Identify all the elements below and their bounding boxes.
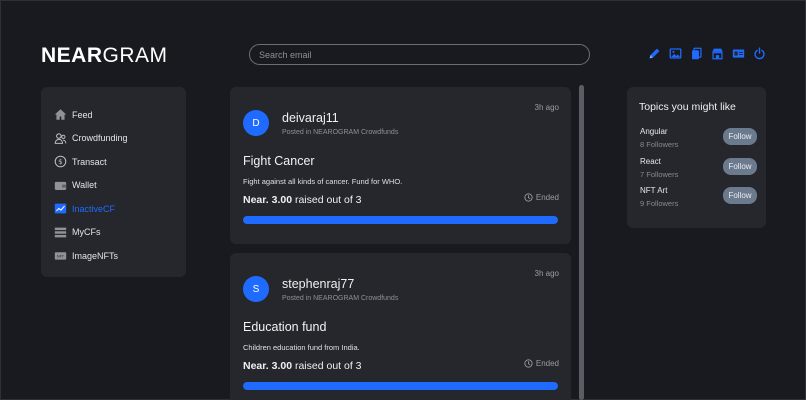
raised-amount: Near. 3.00 raised out of 3 <box>243 360 362 372</box>
post-source: Posted in NEAROGRAM Crowdfunds <box>282 295 399 302</box>
svg-text:$: $ <box>58 157 63 166</box>
topic-name: React <box>640 156 661 166</box>
clock-icon <box>524 193 533 202</box>
topic-followers: 9 Followers <box>640 199 679 208</box>
post-username[interactable]: stephenraj77 <box>282 277 354 291</box>
dollar-icon: $ <box>53 155 67 169</box>
sidebar: Feed Crowdfunding $ Transact Wallet Inac… <box>41 87 186 277</box>
funding-progress-fill <box>243 382 558 390</box>
avatar[interactable]: D <box>243 110 269 136</box>
topic-item: Angular 8 Followers Follow <box>639 127 757 157</box>
sidebar-item-label: Feed <box>72 109 93 120</box>
topics-panel: Topics you might like Angular 8 Follower… <box>627 87 766 228</box>
list-icon <box>53 225 67 239</box>
avatar[interactable]: S <box>243 276 269 302</box>
power-icon[interactable] <box>753 47 766 60</box>
status-badge: Ended <box>524 193 559 202</box>
home-icon <box>53 108 67 122</box>
post-description: Children education fund from India. <box>243 343 360 352</box>
sidebar-item-inactivecf[interactable]: InactiveCF <box>53 197 174 221</box>
post-time: 3h ago <box>534 103 559 112</box>
topic-name: NFT Art <box>640 186 668 195</box>
post-description: Fight against all kinds of cancer. Fund … <box>243 177 403 186</box>
store-icon[interactable] <box>711 47 724 60</box>
pencil-icon[interactable] <box>648 47 661 60</box>
topic-name: Angular <box>640 127 668 136</box>
raised-amount: Near. 3.00 raised out of 3 <box>243 194 362 206</box>
svg-text:NFT: NFT <box>56 255 64 259</box>
follow-button[interactable]: Follow <box>723 187 757 204</box>
raised-goal: raised out of 3 <box>292 194 362 206</box>
sidebar-item-mycfs[interactable]: MyCFs <box>53 221 174 245</box>
topic-followers: 7 Followers <box>640 169 679 179</box>
id-card-icon[interactable] <box>732 47 745 60</box>
follow-button[interactable]: Follow <box>723 157 757 175</box>
status-text: Ended <box>535 193 559 202</box>
feed-scrollbar[interactable] <box>579 85 584 400</box>
post-source: Posted in NEAROGRAM Crowdfunds <box>282 129 399 136</box>
status-badge: Ended <box>524 359 559 368</box>
topics-heading: Topics you might like <box>639 101 736 113</box>
funding-progress-bar <box>243 382 558 390</box>
nft-icon: NFT <box>53 249 67 263</box>
topic-followers: 8 Followers <box>640 140 679 149</box>
sidebar-item-feed[interactable]: Feed <box>53 103 174 127</box>
raised-goal: raised out of 3 <box>292 360 362 372</box>
sidebar-item-imagenfts[interactable]: NFT ImageNFTs <box>53 244 174 268</box>
logo-light: GRAM <box>102 44 168 67</box>
post-title: Education fund <box>243 320 327 334</box>
copy-icon[interactable] <box>690 47 703 60</box>
image-icon[interactable] <box>669 47 682 60</box>
raised-value: Near. 3.00 <box>243 194 293 206</box>
sidebar-item-wallet[interactable]: Wallet <box>53 174 174 198</box>
topic-item: React 7 Followers Follow <box>639 156 757 187</box>
logo-bold: NEAR <box>41 44 103 67</box>
sidebar-item-label: Transact <box>72 156 107 167</box>
follow-button[interactable]: Follow <box>723 128 757 145</box>
sidebar-item-label: Crowdfunding <box>72 133 128 144</box>
sidebar-item-label: Wallet <box>72 180 97 191</box>
post-title: Fight Cancer <box>243 154 315 168</box>
raised-value: Near. 3.00 <box>243 360 293 372</box>
app-logo[interactable]: NEARGRAM <box>41 44 168 68</box>
post-username[interactable]: deivaraj11 <box>282 111 339 125</box>
post-card: D deivaraj11 Posted in NEAROGRAM Crowdfu… <box>230 87 571 244</box>
topic-item: NFT Art 9 Followers Follow <box>639 186 757 216</box>
clock-icon <box>524 359 533 368</box>
sidebar-item-transact[interactable]: $ Transact <box>53 150 174 174</box>
search-input[interactable] <box>249 44 590 65</box>
header-toolbar <box>648 47 766 60</box>
post-time: 3h ago <box>534 269 559 278</box>
people-icon <box>53 131 67 145</box>
funding-progress-bar <box>243 216 558 224</box>
sidebar-item-crowdfunding[interactable]: Crowdfunding <box>53 127 174 151</box>
chart-icon <box>53 202 67 216</box>
sidebar-item-label: ImageNFTs <box>72 250 119 261</box>
status-text: Ended <box>535 359 559 368</box>
sidebar-item-label: InactiveCF <box>72 203 116 214</box>
funding-progress-fill <box>243 216 558 224</box>
sidebar-item-label: MyCFs <box>72 227 101 238</box>
post-card: S stephenraj77 Posted in NEAROGRAM Crowd… <box>230 253 571 400</box>
wallet-icon <box>53 178 67 192</box>
